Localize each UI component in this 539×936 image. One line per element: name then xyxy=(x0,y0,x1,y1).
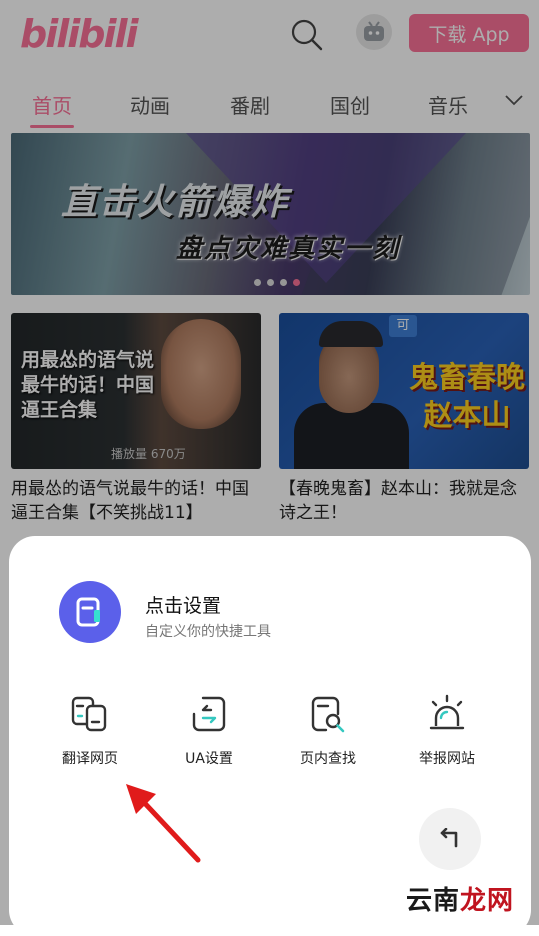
alarm-icon xyxy=(429,694,465,730)
translate-page-button[interactable]: 翻译网页 xyxy=(35,694,145,768)
find-in-page-button[interactable]: 页内查找 xyxy=(273,694,383,768)
customize-glyph xyxy=(76,597,100,627)
watermark-part1: 云南 xyxy=(406,886,461,916)
watermark: 云南龙网 xyxy=(406,880,514,917)
tool-label: 页内查找 xyxy=(300,751,356,767)
sheet-subtitle: 自定义你的快捷工具 xyxy=(145,624,271,640)
watermark-part2: 龙网 xyxy=(460,886,515,916)
report-site-button[interactable]: 举报网站 xyxy=(392,694,502,768)
ua-settings-button[interactable]: UA设置 xyxy=(154,694,264,768)
sheet-title[interactable]: 点击设置 xyxy=(145,591,221,618)
return-icon xyxy=(440,828,458,848)
annotation-arrow-icon xyxy=(126,784,201,863)
find-in-page-icon xyxy=(311,696,345,733)
translate-icon xyxy=(71,696,107,732)
quick-tools-sheet: 点击设置 自定义你的快捷工具 翻译网页 UA设置 页内查找 举报网站 xyxy=(9,536,531,936)
tool-label: UA设置 xyxy=(185,751,233,767)
tool-label: 翻译网页 xyxy=(62,751,118,767)
ua-icon xyxy=(192,696,226,732)
tool-label: 举报网站 xyxy=(419,751,475,767)
back-button[interactable] xyxy=(419,808,481,870)
customize-icon[interactable] xyxy=(59,581,121,643)
